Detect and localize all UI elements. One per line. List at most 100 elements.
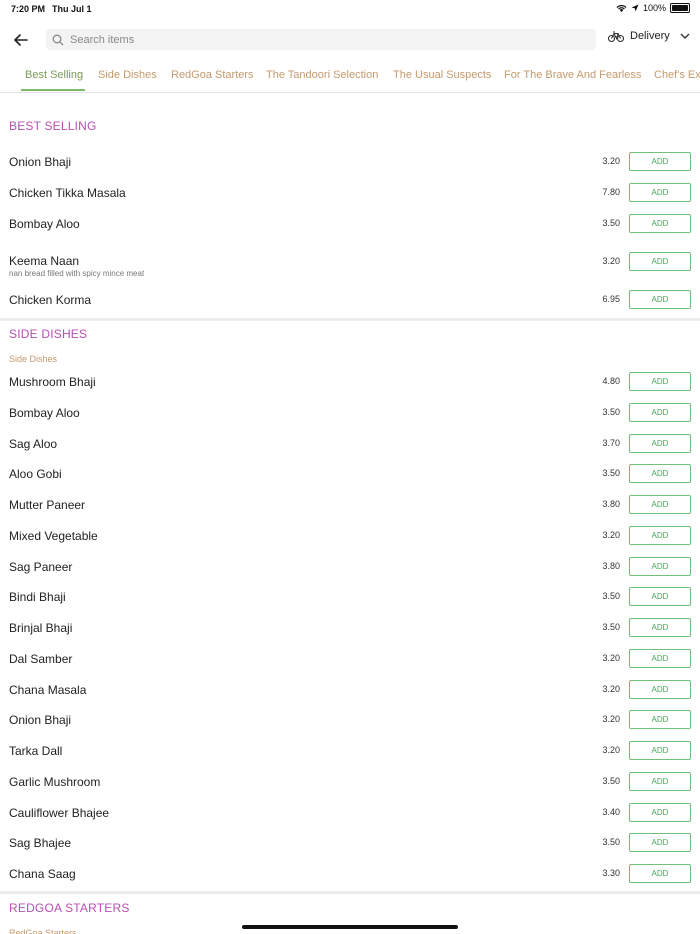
item-price: 3.80 <box>602 561 620 571</box>
item-name: Onion Bhaji <box>9 155 72 169</box>
section-title-redgoa-starters: REDGOA STARTERS <box>9 901 130 915</box>
section-title-best-selling: BEST SELLING <box>9 119 97 133</box>
item-price: 3.50 <box>602 407 620 417</box>
item-name: Bombay Aloo <box>9 217 80 231</box>
chevron-down-icon <box>680 33 690 39</box>
section-divider <box>0 891 700 894</box>
status-right: 100% <box>616 3 690 13</box>
add-button[interactable]: ADD <box>629 526 691 545</box>
tab-best-selling[interactable]: Best Selling <box>25 69 83 81</box>
add-button[interactable]: ADD <box>629 864 691 883</box>
item-price: 3.50 <box>602 622 620 632</box>
add-button[interactable]: ADD <box>629 587 691 606</box>
item-name: Aloo Gobi <box>9 467 62 481</box>
add-button[interactable]: ADD <box>629 833 691 852</box>
item-price: 7.80 <box>602 187 620 197</box>
add-button[interactable]: ADD <box>629 290 691 309</box>
add-button[interactable]: ADD <box>629 649 691 668</box>
search-icon <box>52 34 64 45</box>
item-name: Brinjal Bhaji <box>9 621 73 635</box>
item-price: 3.20 <box>602 530 620 540</box>
battery-icon <box>670 3 690 13</box>
item-price: 3.30 <box>602 868 620 878</box>
item-name: Chicken Korma <box>9 293 92 307</box>
item-name: Sag Aloo <box>9 437 58 451</box>
section-title-side-dishes: SIDE DISHES <box>9 327 88 341</box>
status-time: 7:20 PM <box>11 4 46 14</box>
tab-brave-and-fearless[interactable]: For The Brave And Fearless <box>504 69 641 81</box>
item-name: Sag Paneer <box>9 560 73 574</box>
tab-chefs-exc[interactable]: Chef's Exc <box>654 69 700 81</box>
active-tab-indicator <box>21 89 85 91</box>
add-button[interactable]: ADD <box>629 372 691 391</box>
location-icon <box>631 4 639 12</box>
add-button[interactable]: ADD <box>629 680 691 699</box>
wifi-icon <box>616 4 627 12</box>
delivery-label: Delivery <box>630 30 670 42</box>
item-price: 4.80 <box>602 376 620 386</box>
item-name: Chana Masala <box>9 683 87 697</box>
add-button[interactable]: ADD <box>629 618 691 637</box>
item-description: nan bread filled with spicy mince meat <box>9 269 145 278</box>
item-name: Dal Samber <box>9 652 73 666</box>
status-date: Thu Jul 1 <box>52 4 92 14</box>
item-price: 3.20 <box>602 684 620 694</box>
item-price: 3.70 <box>602 438 620 448</box>
add-button[interactable]: ADD <box>629 772 691 791</box>
item-price: 3.80 <box>602 499 620 509</box>
delivery-selector[interactable]: Delivery <box>608 30 690 42</box>
back-arrow-icon[interactable] <box>12 31 30 49</box>
add-button[interactable]: ADD <box>629 803 691 822</box>
add-button[interactable]: ADD <box>629 464 691 483</box>
add-button[interactable]: ADD <box>629 403 691 422</box>
add-button[interactable]: ADD <box>629 434 691 453</box>
item-price: 3.50 <box>602 776 620 786</box>
tab-tandoori-selection[interactable]: The Tandoori Selection <box>266 69 378 81</box>
tab-usual-suspects[interactable]: The Usual Suspects <box>393 69 491 81</box>
header: Delivery <box>0 28 700 52</box>
bike-icon <box>608 30 624 42</box>
item-price: 3.40 <box>602 807 620 817</box>
tab-side-dishes[interactable]: Side Dishes <box>98 69 157 81</box>
home-indicator <box>242 925 458 929</box>
add-button[interactable]: ADD <box>629 183 691 202</box>
item-name: Mushroom Bhaji <box>9 375 96 389</box>
category-tabs: Best Selling Side Dishes RedGoa Starters… <box>0 62 700 93</box>
add-button[interactable]: ADD <box>629 557 691 576</box>
add-button[interactable]: ADD <box>629 710 691 729</box>
item-name: Cauliflower Bhajee <box>9 806 110 820</box>
search-input[interactable] <box>68 32 572 47</box>
item-price: 3.50 <box>602 837 620 847</box>
section-subtitle-redgoa-starters: RedGoa Starters <box>9 928 77 934</box>
item-name: Chicken Tikka Masala <box>9 186 126 200</box>
item-price: 3.20 <box>602 653 620 663</box>
battery-percent: 100% <box>642 3 666 13</box>
add-button[interactable]: ADD <box>629 495 691 514</box>
section-subtitle-side-dishes: Side Dishes <box>9 354 58 364</box>
section-divider <box>0 318 700 321</box>
item-name: Sag Bhajee <box>9 836 72 850</box>
item-name: Onion Bhaji <box>9 713 72 727</box>
item-name: Bombay Aloo <box>9 406 80 420</box>
add-button[interactable]: ADD <box>629 252 691 271</box>
search-bar[interactable] <box>46 29 596 50</box>
item-name: Bindi Bhaji <box>9 590 66 604</box>
add-button[interactable]: ADD <box>629 741 691 760</box>
item-name: Tarka Dall <box>9 744 63 758</box>
item-name: Garlic Mushroom <box>9 775 101 789</box>
item-name: Mixed Vegetable <box>9 529 98 543</box>
item-price: 3.50 <box>602 591 620 601</box>
item-name: Keema Naan <box>9 254 80 268</box>
item-price: 3.20 <box>602 714 620 724</box>
item-name: Chana Saag <box>9 867 76 881</box>
item-price: 3.50 <box>602 218 620 228</box>
item-price: 3.20 <box>602 256 620 266</box>
menu-list: BEST SELLING Onion Bhaji 3.20 ADD Chicken T… <box>0 92 700 934</box>
status-bar: 7:20 PM Thu Jul 1 100% <box>0 0 700 18</box>
add-button[interactable]: ADD <box>629 152 691 171</box>
item-price: 3.50 <box>602 468 620 478</box>
tab-redgoa-starters[interactable]: RedGoa Starters <box>171 69 254 81</box>
item-price: 3.20 <box>602 156 620 166</box>
add-button[interactable]: ADD <box>629 214 691 233</box>
item-price: 3.20 <box>602 745 620 755</box>
